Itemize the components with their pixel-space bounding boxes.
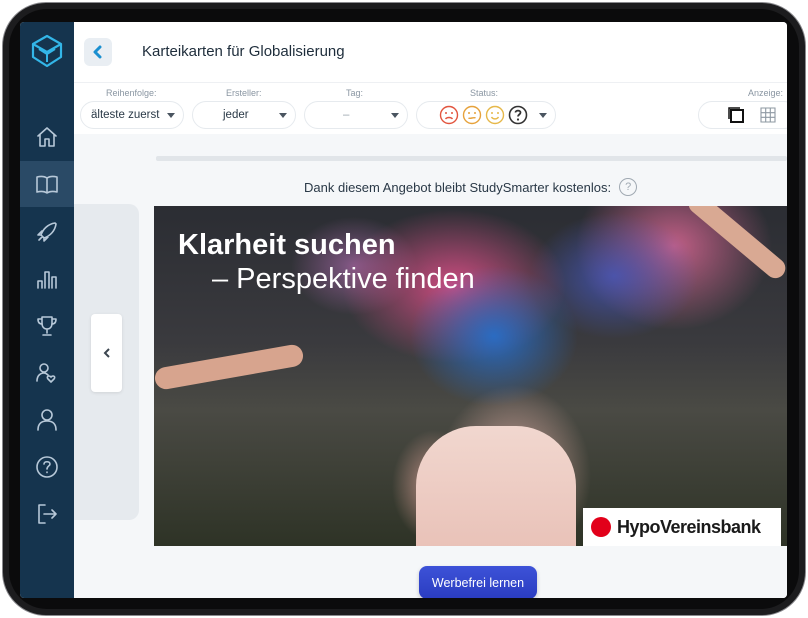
tag-value: – — [343, 109, 350, 121]
single-card-icon — [728, 107, 744, 123]
ad-notice-text: Dank diesem Angebot bleibt StudySmarter … — [304, 179, 612, 195]
chevron-down-icon — [539, 113, 547, 118]
studysmarter-logo-icon[interactable] — [29, 33, 65, 69]
sidebar-item-learn[interactable] — [20, 209, 74, 255]
single-card-view-button[interactable] — [722, 101, 750, 129]
status-label: Status: — [470, 88, 499, 98]
back-button[interactable] — [84, 38, 112, 66]
sidebar — [20, 22, 74, 598]
sad-face-icon[interactable] — [439, 105, 459, 125]
advertisement-banner[interactable]: Klarheit suchen – Perspektive finden Hyp… — [154, 206, 787, 546]
sidebar-item-help[interactable] — [20, 444, 74, 490]
hypovereinsbank-logo: HypoVereinsbank — [583, 508, 781, 546]
sidebar-item-friends[interactable] — [20, 350, 74, 396]
ad-headline-line-2: – Perspektive finden — [212, 263, 475, 295]
order-value: älteste zuerst — [91, 109, 160, 121]
logout-icon — [38, 504, 57, 524]
sidebar-item-logout[interactable] — [20, 491, 74, 537]
grid-view-button[interactable] — [754, 101, 782, 129]
neutral-face-icon[interactable] — [462, 105, 482, 125]
ad-notice: Dank diesem Angebot bleibt StudySmarter … — [304, 178, 638, 196]
bank-logo-mark-icon — [591, 517, 611, 537]
tag-select[interactable]: – — [304, 101, 408, 129]
question-icon[interactable] — [508, 105, 528, 125]
order-label: Reihenfolge: — [106, 88, 157, 98]
chart-icon — [37, 271, 57, 289]
status-select[interactable] — [416, 101, 556, 129]
ad-photo-arm-right — [684, 206, 787, 283]
sidebar-item-stats[interactable] — [20, 256, 74, 302]
happy-face-icon[interactable] — [485, 105, 505, 125]
creator-label: Ersteller: — [226, 88, 262, 98]
ad-headline-line-1: Klarheit suchen — [178, 229, 396, 261]
sidebar-item-profile[interactable] — [20, 397, 74, 443]
progress-track — [156, 156, 787, 161]
ad-free-button[interactable]: Werbefrei lernen — [419, 566, 537, 598]
filter-bar: Reihenfolge: älteste zuerst Ersteller: j… — [74, 82, 787, 134]
sidebar-item-home[interactable] — [20, 114, 74, 160]
rocket-icon — [37, 222, 57, 242]
friends-icon — [36, 363, 56, 383]
previous-card-button[interactable] — [91, 314, 122, 392]
chevron-left-icon — [93, 45, 102, 59]
home-icon — [37, 127, 57, 147]
sidebar-item-cards[interactable] — [20, 161, 74, 207]
book-icon — [36, 175, 58, 194]
trophy-icon — [37, 316, 57, 336]
chevron-left-icon — [103, 348, 110, 358]
view-label: Anzeige: — [748, 88, 784, 98]
ad-headline: Klarheit suchen – Perspektive finden — [178, 228, 475, 296]
ad-info-icon[interactable]: ? — [619, 178, 638, 196]
ad-photo-arm-left — [154, 343, 305, 391]
creator-value: jeder — [223, 109, 249, 121]
status-icons — [439, 105, 528, 125]
chevron-down-icon — [167, 113, 175, 118]
ad-photo-person — [416, 426, 576, 546]
tag-label: Tag: — [346, 88, 364, 98]
page-title: Karteikarten für Globalisierung — [142, 43, 345, 60]
page-header: Karteikarten für Globalisierung — [74, 22, 787, 82]
order-select[interactable]: älteste zuerst — [80, 101, 184, 129]
chevron-down-icon — [391, 113, 399, 118]
chevron-down-icon — [279, 113, 287, 118]
help-icon — [36, 456, 58, 478]
profile-icon — [37, 409, 57, 431]
bank-logo-text: HypoVereinsbank — [617, 516, 761, 537]
sidebar-item-achievements[interactable] — [20, 303, 74, 349]
creator-select[interactable]: jeder — [192, 101, 296, 129]
app-screen: Karteikarten für Globalisierung Reihenfo… — [20, 22, 787, 598]
flashcard-area: Dank diesem Angebot bleibt StudySmarter … — [74, 134, 787, 598]
grid-icon — [760, 107, 776, 123]
